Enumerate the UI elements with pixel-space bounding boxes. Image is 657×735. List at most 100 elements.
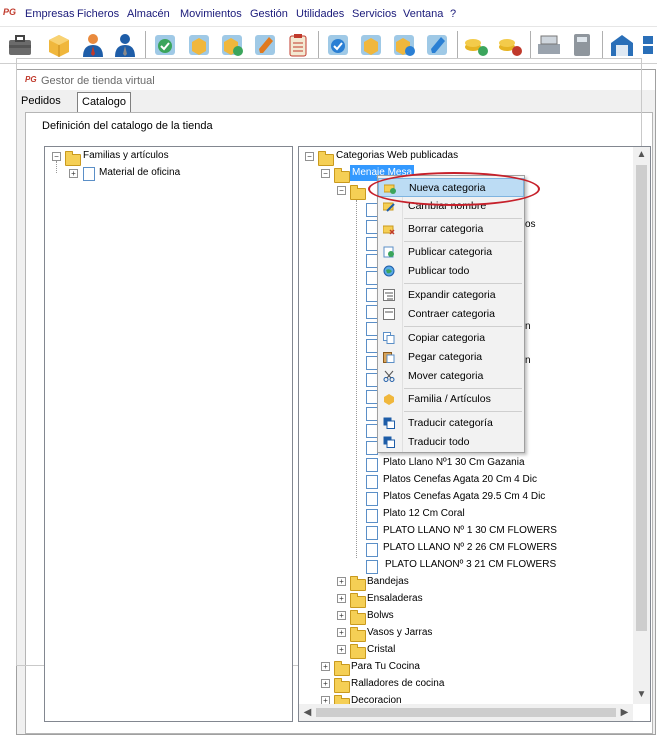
scroll-thumb[interactable] <box>316 708 616 717</box>
tree-item-partial[interactable]: os <box>525 217 536 233</box>
menu-item-label: Mover categoria <box>408 370 484 382</box>
tree-item-material-oficina[interactable]: Material de oficina <box>99 165 180 181</box>
calculator-icon[interactable] <box>569 32 595 58</box>
menu-item-traducir-todo[interactable]: Traducir todo <box>378 433 524 452</box>
expand-toggle[interactable]: + <box>69 169 78 178</box>
clipboard-icon[interactable] <box>285 32 311 58</box>
tree-item-bolws[interactable]: Bolws <box>367 608 394 624</box>
menu-help[interactable]: ? <box>450 8 456 20</box>
warehouse-icon[interactable] <box>609 32 635 58</box>
tree-item-cristal[interactable]: Cristal <box>367 642 395 658</box>
menu-movimientos[interactable]: Movimientos <box>180 8 242 20</box>
group-label: Definición del catalogo de la tienda <box>40 120 215 132</box>
collapse-toggle[interactable]: − <box>305 152 314 161</box>
menu-ventana[interactable]: Ventana <box>403 8 443 20</box>
document-stack-icon <box>83 167 95 181</box>
scroll-right-icon[interactable]: ▶ <box>616 707 633 718</box>
document-icon <box>366 458 378 472</box>
tree-root-families[interactable]: Familias y artículos <box>83 148 169 164</box>
menu-item-copiar-categoria[interactable]: Copiar categoria <box>378 329 524 348</box>
expand-toggle[interactable]: + <box>337 645 346 654</box>
menu-separator <box>404 218 522 219</box>
expand-toggle[interactable]: + <box>337 594 346 603</box>
briefcase-icon[interactable] <box>7 32 33 58</box>
coins-remove-icon[interactable] <box>497 32 523 58</box>
tree-item-para-tu-cocina[interactable]: Para Tu Cocina <box>351 659 420 675</box>
tree-item-partial[interactable]: n <box>525 319 531 335</box>
menu-item-familia-articulos[interactable]: Familia / Artículos <box>378 390 524 409</box>
folder-icon <box>334 661 350 676</box>
tree-root-web-categories[interactable]: Categorias Web publicadas <box>336 148 458 164</box>
menu-item-label: Traducir categoría <box>408 417 493 429</box>
collapse-toggle[interactable]: − <box>321 169 330 178</box>
menu-servicios[interactable]: Servicios <box>352 8 397 20</box>
grid-icon[interactable] <box>641 32 657 58</box>
menu-ficheros[interactable]: Ficheros <box>77 8 119 20</box>
document-icon <box>366 509 378 523</box>
pencil-icon[interactable] <box>252 32 278 58</box>
tree-item-product[interactable]: Plato Llano Nº1 30 Cm Gazania <box>383 455 525 471</box>
menu-separator <box>404 388 522 389</box>
vertical-scrollbar[interactable]: ▲ ▼ <box>633 147 650 704</box>
expand-toggle[interactable]: + <box>337 577 346 586</box>
highlight-callout <box>368 172 540 206</box>
tree-item-product[interactable]: Platos Cenefas Agata 20 Cm 4 Dic <box>383 472 537 488</box>
tree-item-product[interactable]: PLATO LLANO Nº 1 30 CM FLOWERS <box>383 523 557 539</box>
menu-item-borrar-categoria[interactable]: Borrar categoria <box>378 220 524 239</box>
scroll-left-icon[interactable]: ◀ <box>299 707 316 718</box>
menu-item-mover-categoria[interactable]: Mover categoria <box>378 367 524 386</box>
tree-item-vasos-jarras[interactable]: Vasos y Jarras <box>367 625 432 641</box>
expand-toggle[interactable]: + <box>321 679 330 688</box>
person-tie-icon[interactable] <box>112 32 138 58</box>
tree-item-partial[interactable]: n <box>525 353 531 369</box>
menu-item-publicar-categoria[interactable]: Publicar categoria <box>378 243 524 262</box>
horizontal-scrollbar[interactable]: ◀ ▶ <box>299 704 633 721</box>
expand-icon <box>383 289 395 301</box>
check-icon[interactable] <box>152 32 178 58</box>
toolbar-separator <box>318 31 319 59</box>
box-yellow-icon[interactable] <box>186 32 212 58</box>
box-check-icon[interactable] <box>219 32 245 58</box>
tree-item-product[interactable]: Plato 12 Cm Coral <box>383 506 465 522</box>
menu-item-expandir-categoria[interactable]: Expandir categoria <box>378 286 524 305</box>
cash-register-icon[interactable] <box>536 32 562 58</box>
collapse-toggle[interactable]: − <box>337 186 346 195</box>
folder-edit-icon <box>383 202 395 212</box>
menu-item-publicar-todo[interactable]: Publicar todo <box>378 262 524 281</box>
expand-toggle[interactable]: + <box>321 662 330 671</box>
tree-item-product[interactable]: PLATO LLANO Nº 2 26 CM FLOWERS <box>383 540 557 556</box>
expand-toggle[interactable]: + <box>337 628 346 637</box>
collapse-toggle[interactable]: − <box>52 152 61 161</box>
menu-utilidades[interactable]: Utilidades <box>296 8 344 20</box>
document-icon <box>366 526 378 540</box>
person-icon[interactable] <box>80 32 106 58</box>
check-box-icon[interactable] <box>325 32 351 58</box>
menu-item-label: Pegar categoria <box>408 351 483 363</box>
tree-item-bandejas[interactable]: Bandejas <box>367 574 409 590</box>
scissors-icon <box>383 370 395 382</box>
box-icon[interactable] <box>46 32 72 58</box>
menu-item-label: Publicar todo <box>408 265 470 277</box>
tree-item-product[interactable]: PLATO LLANONº 3 21 CM FLOWERS <box>385 557 556 573</box>
menu-gestion[interactable]: Gestión <box>250 8 288 20</box>
menu-item-traducir-categoria[interactable]: Traducir categoría <box>378 414 524 433</box>
document-icon <box>366 543 378 557</box>
box-check2-icon[interactable] <box>391 32 417 58</box>
expand-toggle[interactable]: + <box>337 611 346 620</box>
menu-separator <box>404 411 522 412</box>
pencil2-icon[interactable] <box>424 32 450 58</box>
menu-separator <box>404 326 522 327</box>
menu-item-pegar-categoria[interactable]: Pegar categoria <box>378 348 524 367</box>
tree-item-ensaladeras[interactable]: Ensaladeras <box>367 591 423 607</box>
coins-add-icon[interactable] <box>463 32 489 58</box>
tree-item-product[interactable]: Platos Cenefas Agata 29.5 Cm 4 Dic <box>383 489 545 505</box>
families-tree[interactable]: − Familias y artículos + Material de ofi… <box>44 146 293 722</box>
scroll-up-icon[interactable]: ▲ <box>633 149 650 160</box>
box-arrow-icon[interactable] <box>358 32 384 58</box>
scroll-thumb[interactable] <box>636 165 647 631</box>
tree-item-ralladores[interactable]: Ralladores de cocina <box>351 676 444 692</box>
menu-item-contraer-categoria[interactable]: Contraer categoria <box>378 305 524 324</box>
menu-empresas[interactable]: Empresas <box>25 8 75 20</box>
scroll-down-icon[interactable]: ▼ <box>633 689 650 700</box>
menu-almacen[interactable]: Almacén <box>127 8 170 20</box>
